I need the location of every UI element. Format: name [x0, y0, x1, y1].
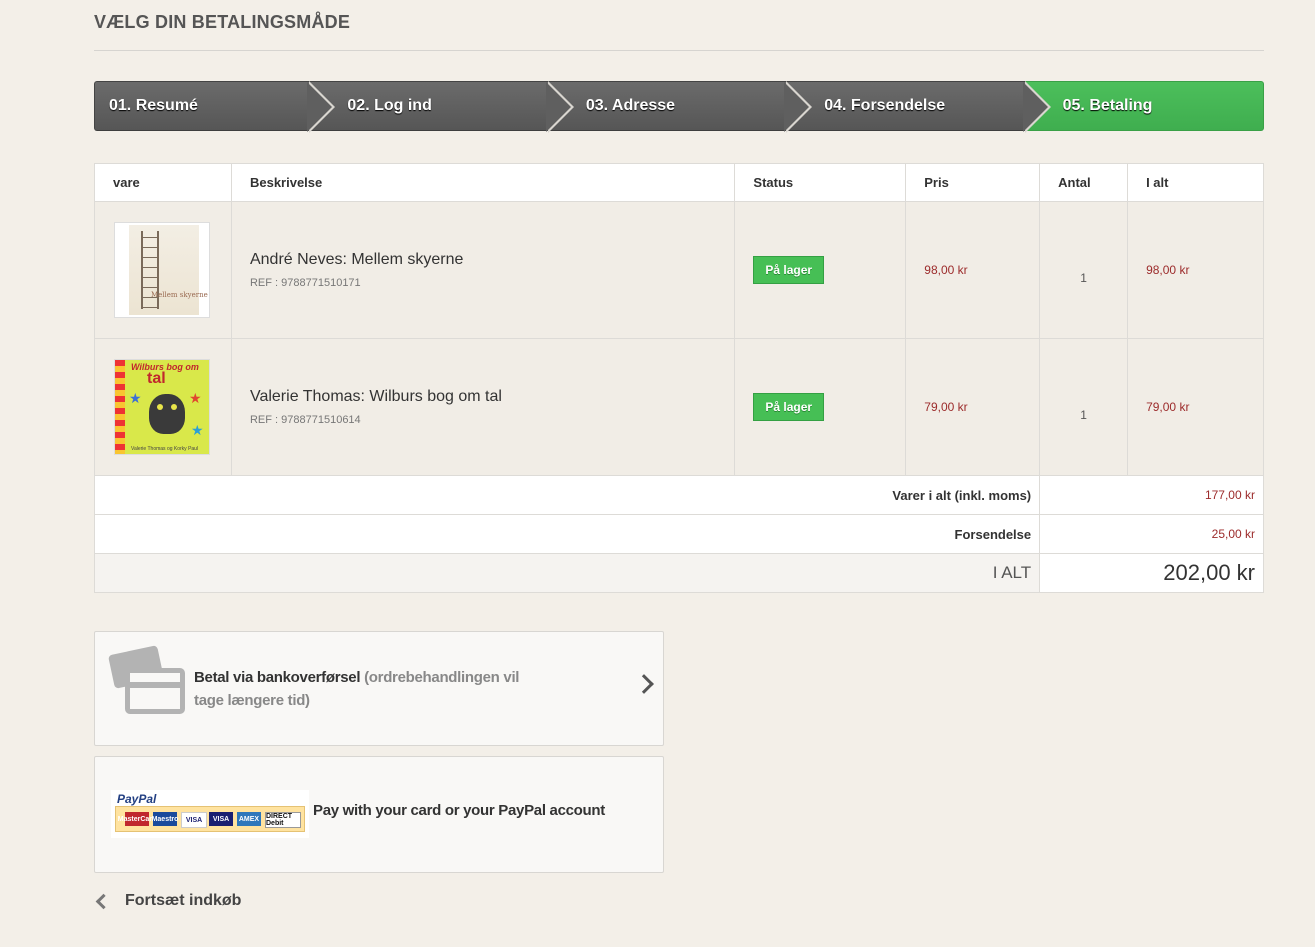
subtotal-row: Varer i alt (inkl. moms) 177,00 kr: [93, 475, 1264, 515]
product-name[interactable]: Valerie Thomas: Wilburs bog om tal: [250, 388, 733, 406]
cover-title: Mellem skyerne: [151, 291, 208, 299]
header-description: Beskrivelse: [230, 163, 736, 202]
checkout-steps: 01. Resumé 02. Log ind 03. Adresse 04. F…: [94, 81, 1265, 133]
step-summary[interactable]: 01. Resumé: [94, 81, 336, 133]
step-label: 04. Forsendelse: [824, 97, 946, 114]
subtotal-label: Varer i alt (inkl. moms): [93, 475, 1041, 515]
grand-total-label: I ALT: [93, 553, 1041, 593]
status-badge: På lager: [753, 256, 825, 284]
step-label: 05. Betaling: [1062, 97, 1153, 114]
chevron-left-icon: [95, 893, 112, 909]
header-status: Status: [734, 163, 907, 202]
pay-paypal-option[interactable]: PayPal MasterCard Maestro VISA VISA AMEX…: [94, 756, 664, 873]
unit-price: 79,00 kr: [905, 338, 1041, 476]
cat-eye: [171, 404, 177, 410]
step-address[interactable]: 03. Adresse: [547, 81, 813, 133]
paypal-wordmark: PayPal: [117, 792, 157, 806]
product-image[interactable]: Wilburs bog om tal ★ ★ ★ Valerie Thomas …: [114, 359, 210, 455]
star-icon: ★: [191, 422, 204, 438]
paypal-logo: PayPal MasterCard Maestro VISA VISA AMEX…: [111, 790, 309, 838]
step-arrow: [545, 81, 574, 133]
cat-eye: [157, 404, 163, 410]
amex-icon: AMEX: [237, 812, 261, 826]
table-row: Mellem skyerne André Neves: Mellem skyer…: [94, 201, 1264, 339]
step-label: 01. Resumé: [109, 97, 198, 114]
quantity: 1: [1039, 338, 1129, 476]
step-label: 02. Log ind: [347, 97, 432, 114]
step-arrow: [307, 81, 336, 133]
visa-icon: VISA: [181, 812, 207, 828]
chevron-right-icon: [634, 674, 654, 694]
header-quantity: Antal: [1039, 163, 1129, 202]
pay-bank-transfer-option[interactable]: Betal via bankoverførsel (ordrebehandlin…: [94, 631, 664, 746]
header-price: Pris: [905, 163, 1041, 202]
visa-electron-icon: VISA: [209, 812, 233, 826]
header-item: vare: [94, 163, 232, 202]
status-badge: På lager: [753, 393, 825, 421]
book-cover: [129, 225, 199, 315]
product-image[interactable]: Mellem skyerne: [114, 222, 210, 318]
header-total: I alt: [1127, 163, 1264, 202]
shipping-row: Forsendelse 25,00 kr: [93, 514, 1264, 554]
bank-transfer-text: Betal via bankoverførsel (ordrebehandlin…: [194, 666, 534, 712]
line-total: 98,00 kr: [1127, 201, 1264, 339]
step-shipping[interactable]: 04. Forsendelse: [786, 81, 1051, 133]
product-ref: REF : 9788771510614: [249, 414, 361, 426]
step-payment: 05. Betaling: [1024, 81, 1265, 131]
quantity: 1: [1039, 201, 1129, 339]
cover-authors: Valerie Thomas og Korky Paul: [131, 446, 199, 452]
table-row: Wilburs bog om tal ★ ★ ★ Valerie Thomas …: [94, 338, 1264, 476]
step-label: 03. Adresse: [585, 97, 676, 114]
credit-card-icon: [108, 645, 185, 714]
product-name[interactable]: André Neves: Mellem skyerne: [250, 251, 733, 269]
grand-total-value: 202,00 kr: [1039, 553, 1264, 593]
shipping-value: 25,00 kr: [1039, 514, 1264, 554]
paypal-label: Pay with your card or your PayPal accoun…: [313, 802, 605, 819]
table-header-row: vare Beskrivelse Status Pris Antal I alt: [94, 163, 1264, 202]
cover-stripe: [115, 360, 125, 454]
unit-price: 98,00 kr: [905, 201, 1041, 339]
bank-transfer-label: Betal via bankoverførsel: [194, 669, 361, 686]
mastercard-icon: MasterCard: [118, 812, 156, 826]
shipping-label: Forsendelse: [93, 514, 1041, 554]
continue-shopping-label: Fortsæt indkøb: [125, 892, 242, 909]
direct-debit-icon: DIRECT Debit: [265, 812, 301, 828]
cart-summary-table: vare Beskrivelse Status Pris Antal I alt…: [93, 163, 1264, 593]
grand-total-row: I ALT 202,00 kr: [93, 553, 1264, 593]
maestro-icon: Maestro: [152, 812, 178, 826]
cover-title-2: tal: [147, 370, 166, 387]
subtotal-value: 177,00 kr: [1039, 475, 1264, 515]
cat-illustration: [149, 394, 185, 434]
card-front-shape: [125, 668, 185, 714]
continue-shopping-link[interactable]: Fortsæt indkøb: [94, 892, 241, 910]
product-ref: REF : 9788771510171: [249, 277, 361, 289]
page-title: Vælg din betalingsmåde: [94, 0, 1264, 51]
step-arrow: [784, 81, 813, 133]
star-icon: ★: [129, 390, 142, 406]
step-arrow: [1022, 81, 1051, 133]
line-total: 79,00 kr: [1127, 338, 1264, 476]
step-login[interactable]: 02. Log ind: [309, 81, 574, 133]
checkout-page: Vælg din betalingsmåde 01. Resumé 02. Lo…: [93, 0, 1265, 909]
star-icon: ★: [189, 390, 202, 406]
